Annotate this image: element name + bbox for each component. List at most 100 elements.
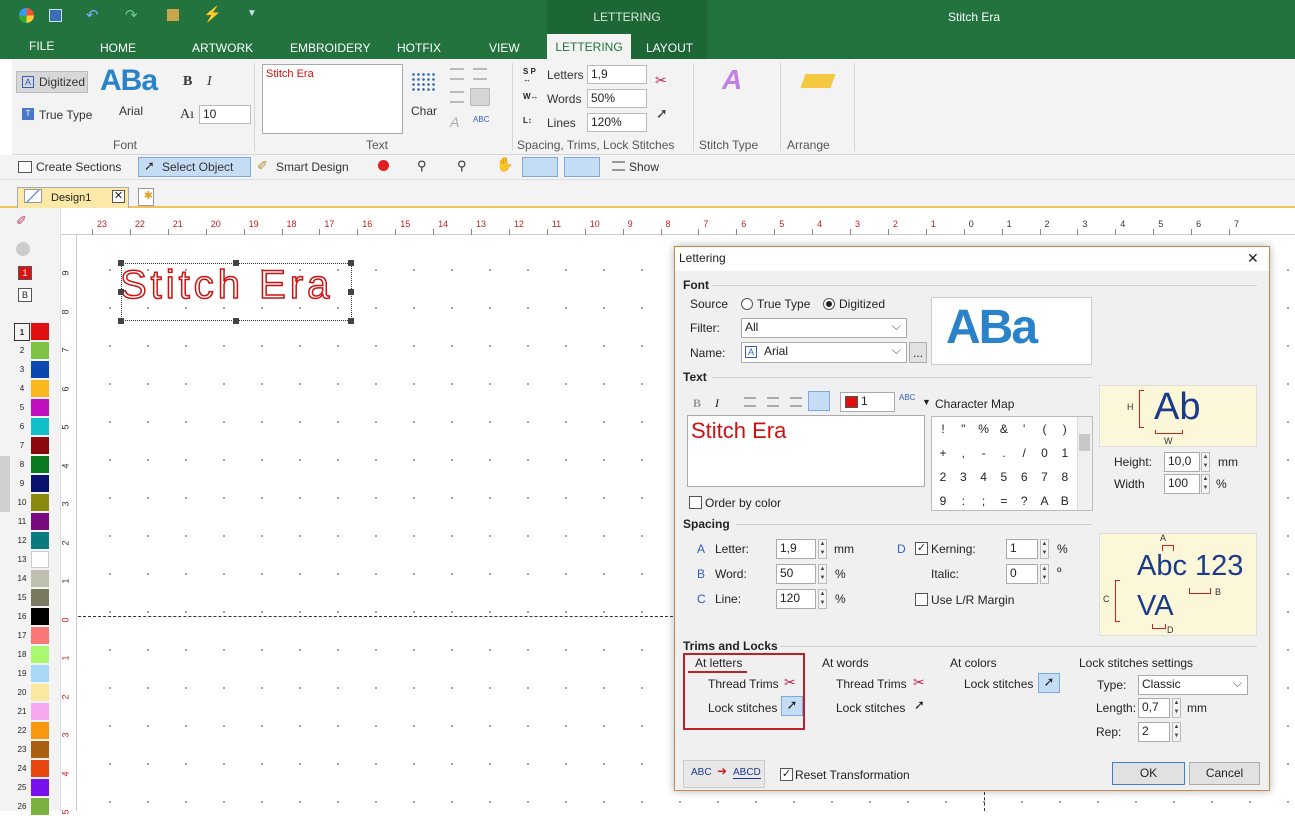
palette-color-1[interactable]: 1: [14, 323, 50, 341]
text-bold-button[interactable]: B: [693, 396, 701, 411]
character-map-cell[interactable]: ,: [953, 441, 973, 465]
lock-rep-spinner[interactable]: ▲ ▼: [1172, 722, 1181, 742]
words-thread-trims-icon[interactable]: ✂: [913, 674, 925, 691]
select-object-button[interactable]: Select Object: [162, 158, 233, 176]
browse-font-button[interactable]: ...: [909, 342, 927, 363]
palette-color-4[interactable]: 4: [14, 380, 50, 398]
palette-mode-icon[interactable]: [16, 242, 30, 256]
word-spacing-spinner[interactable]: ▲ ▼: [818, 564, 827, 584]
colors-lock-stitches-button[interactable]: ➚: [1038, 673, 1060, 693]
pan-hand-icon[interactable]: ✋: [496, 156, 513, 173]
filter-select[interactable]: All: [741, 318, 907, 338]
line-spacing-spinner[interactable]: ▲ ▼: [818, 589, 827, 609]
character-map-cell[interactable]: ": [953, 417, 973, 441]
palette-color-19[interactable]: 19: [14, 665, 50, 683]
word-spacing-input[interactable]: 50: [776, 564, 816, 584]
palette-color-26[interactable]: 26: [14, 798, 50, 816]
kerning-spinner[interactable]: ▲ ▼: [1040, 539, 1049, 559]
align-center-icon[interactable]: [450, 91, 464, 103]
character-map-scroll-thumb[interactable]: [1079, 434, 1090, 451]
palette-swatch[interactable]: [31, 703, 49, 720]
palette-swatch[interactable]: [31, 437, 49, 454]
lock-length-spinner[interactable]: ▲ ▼: [1172, 698, 1181, 718]
palette-color-12[interactable]: 12: [14, 532, 50, 550]
character-map-cell[interactable]: !: [933, 417, 953, 441]
palette-color-3[interactable]: 3: [14, 361, 50, 379]
palette-swatch[interactable]: [31, 627, 49, 644]
palette-color-23[interactable]: 23: [14, 741, 50, 759]
char-button[interactable]: Char: [411, 102, 437, 120]
arrange-icon[interactable]: [800, 74, 836, 88]
palette-swatch[interactable]: [31, 380, 49, 397]
character-map-toggle[interactable]: Character Map: [935, 397, 1014, 411]
selection-handle[interactable]: [233, 260, 239, 266]
palette-color-13[interactable]: 13: [14, 551, 50, 569]
palette-swatch[interactable]: [31, 475, 49, 492]
tab-layout[interactable]: LAYOUT: [646, 41, 693, 55]
palette-swatch[interactable]: [31, 532, 49, 549]
palette-swatch[interactable]: [31, 684, 49, 701]
character-map-cell[interactable]: (: [1035, 417, 1055, 441]
current-color-box[interactable]: 1: [18, 266, 32, 280]
undo-icon[interactable]: ↶: [86, 6, 99, 24]
align-right-icon[interactable]: [473, 68, 487, 80]
redo-icon[interactable]: ↷: [125, 6, 138, 24]
text-justify-icon[interactable]: [808, 391, 830, 411]
palette-swatch[interactable]: [31, 589, 49, 606]
palette-color-11[interactable]: 11: [14, 513, 50, 531]
palette-color-8[interactable]: 8: [14, 456, 50, 474]
letters-thread-trims-icon[interactable]: ✂: [784, 674, 796, 691]
selection-handle[interactable]: [348, 318, 354, 324]
character-map-cell[interactable]: .: [994, 441, 1014, 465]
palette-color-21[interactable]: 21: [14, 703, 50, 721]
italic-button[interactable]: I: [207, 73, 212, 91]
lock-type-select[interactable]: Classic: [1138, 675, 1248, 695]
text-italic-button[interactable]: I: [715, 396, 719, 411]
character-map-cell[interactable]: -: [974, 441, 994, 465]
cancel-button[interactable]: Cancel: [1189, 762, 1260, 785]
character-map-cell[interactable]: 5: [994, 465, 1014, 489]
character-map-cell[interactable]: ): [1055, 417, 1075, 441]
zoom-selection-icon[interactable]: ⚲: [457, 158, 467, 174]
character-map-cell[interactable]: ?: [1014, 489, 1034, 513]
character-map-cell[interactable]: =: [994, 489, 1014, 513]
tab-home[interactable]: HOME: [100, 41, 136, 55]
tab-artwork[interactable]: ARTWORK: [192, 41, 253, 55]
character-map-cell[interactable]: /: [1014, 441, 1034, 465]
palette-swatch[interactable]: [31, 513, 49, 530]
character-map-cell[interactable]: 2: [933, 465, 953, 489]
palette-swatch[interactable]: [31, 608, 49, 625]
palette-color-16[interactable]: 16: [14, 608, 50, 626]
palette-color-20[interactable]: 20: [14, 684, 50, 702]
palette-swatch[interactable]: [31, 494, 49, 511]
selection-handle[interactable]: [348, 289, 354, 295]
border-mode-box[interactable]: B: [18, 288, 32, 302]
character-map-scrollbar[interactable]: [1077, 417, 1092, 510]
digitized-radio[interactable]: [823, 298, 835, 310]
selection-handle[interactable]: [118, 318, 124, 324]
text-align-left-icon[interactable]: [744, 397, 756, 407]
letter-spacing-spinner[interactable]: ▲ ▼: [818, 539, 827, 559]
palette-color-18[interactable]: 18: [14, 646, 50, 664]
words-input[interactable]: 50%: [587, 89, 647, 108]
truetype-radio[interactable]: [741, 298, 753, 310]
character-map-cell[interactable]: %: [974, 417, 994, 441]
text-align-center-icon[interactable]: [767, 397, 779, 407]
lr-margin-checkbox[interactable]: [915, 593, 928, 606]
character-map-cell[interactable]: 7: [1035, 465, 1055, 489]
lock-rep-input[interactable]: 2: [1138, 722, 1170, 742]
palette-color-5[interactable]: 5: [14, 399, 50, 417]
character-map-cell[interactable]: B: [1055, 489, 1075, 513]
reset-transformation-checkbox[interactable]: ✓: [780, 768, 793, 781]
text-spellcheck-icon[interactable]: ABC: [899, 393, 915, 402]
palette-color-22[interactable]: 22: [14, 722, 50, 740]
selection-handle[interactable]: [348, 260, 354, 266]
palette-swatch[interactable]: [31, 570, 49, 587]
palette-color-14[interactable]: 14: [14, 570, 50, 588]
character-map-cell[interactable]: &: [994, 417, 1014, 441]
create-sections-button[interactable]: Create Sections: [36, 158, 121, 176]
canvas-lettering[interactable]: Stitch Era: [119, 262, 333, 308]
tab-view[interactable]: VIEW: [489, 41, 520, 55]
bold-button[interactable]: B: [183, 73, 192, 91]
character-map-cell[interactable]: 3: [953, 465, 973, 489]
